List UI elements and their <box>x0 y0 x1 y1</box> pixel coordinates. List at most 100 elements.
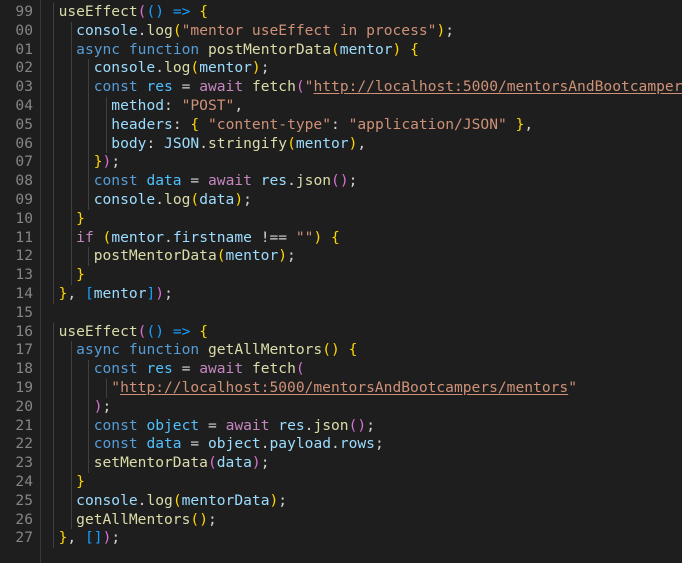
code-content-area[interactable]: useEffect(() => { console.log("mentor us… <box>41 0 682 563</box>
code-token: res <box>278 416 305 434</box>
code-line[interactable]: }, [mentor]); <box>41 285 682 304</box>
code-token: ) <box>392 40 402 58</box>
code-line[interactable]: const data = object.payload.rows; <box>41 435 682 454</box>
code-token: http://localhost:5000/mentorsAndBootcamp… <box>313 78 682 96</box>
code-line[interactable]: } <box>41 266 682 285</box>
code-line[interactable]: const data = await res.json(); <box>41 172 682 191</box>
code-token: . <box>331 435 340 453</box>
code-token: console <box>76 491 138 509</box>
code-line[interactable]: } <box>41 473 682 492</box>
code-token: mentor <box>111 228 165 246</box>
code-line[interactable]: "http://localhost:5000/mentorsAndBootcam… <box>41 379 682 398</box>
code-line[interactable] <box>41 304 682 323</box>
code-token: . <box>287 172 296 190</box>
code-line[interactable]: setMentorData(data); <box>41 454 682 473</box>
code-token: { <box>410 40 419 58</box>
code-token: { <box>199 322 208 340</box>
code-line[interactable]: postMentorData(mentor); <box>41 247 682 266</box>
code-token: => <box>172 3 191 20</box>
code-token: , <box>234 96 244 114</box>
code-token: setMentorData <box>93 454 208 472</box>
code-line[interactable]: if (mentor.firstname !== "") { <box>41 229 682 248</box>
code-editor[interactable]: 99 00 01 02 03 04 05 06 07 08 09 10 11 12 13 14 15 16 17 18… <box>0 0 682 563</box>
code-line[interactable]: body: JSON.stringify(mentor), <box>41 135 682 154</box>
code-token: firstname <box>172 228 252 246</box>
code-token: object <box>146 416 200 434</box>
code-token: } <box>76 209 85 227</box>
code-line[interactable]: async function postMentorData(mentor) { <box>41 41 682 60</box>
code-token: ; <box>260 454 270 472</box>
code-line[interactable]: const res = await fetch( <box>41 360 682 379</box>
code-token: ; <box>348 172 358 190</box>
line-number: 15 <box>15 303 33 321</box>
code-token: ( <box>172 491 182 509</box>
code-line-list[interactable]: useEffect(() => { console.log("mentor us… <box>41 3 682 548</box>
code-token: ( <box>331 172 340 190</box>
code-token: "content-type" <box>208 115 332 133</box>
code-token: ) <box>199 510 208 528</box>
line-number: 03 <box>15 78 33 96</box>
code-line[interactable]: console.log("mentor useEffect in process… <box>41 22 682 41</box>
code-token: JSON <box>164 134 200 152</box>
code-token: ; <box>287 247 296 265</box>
code-token: . <box>260 435 270 453</box>
code-token: log <box>146 21 173 39</box>
code-line[interactable]: headers: { "content-type": "application/… <box>41 116 682 135</box>
code-token: : <box>146 134 156 152</box>
line-number: 21 <box>15 416 33 434</box>
code-line[interactable]: getAllMentors(); <box>41 511 682 530</box>
code-token: rows <box>339 435 375 453</box>
code-line[interactable]: useEffect(() => { <box>41 323 682 342</box>
code-token: } <box>76 266 85 284</box>
code-token: "application/JSON" <box>348 115 507 133</box>
code-token: useEffect <box>58 3 138 20</box>
code-line[interactable]: const res = await fetch("http://localhos… <box>41 78 682 97</box>
code-token: ( <box>322 341 332 359</box>
code-line[interactable]: console.log(mentorData); <box>41 492 682 511</box>
code-line[interactable]: method: "POST", <box>41 97 682 116</box>
code-line[interactable]: async function getAllMentors() { <box>41 341 682 360</box>
code-token: ; <box>207 510 217 528</box>
code-line[interactable]: const object = await res.json(); <box>41 417 682 436</box>
code-token: ) <box>436 21 446 39</box>
code-token: log <box>164 59 191 77</box>
code-line[interactable]: console.log(mentor); <box>41 59 682 78</box>
line-number: 04 <box>15 96 33 114</box>
code-line[interactable]: }); <box>41 153 682 172</box>
code-token: function <box>128 341 200 359</box>
code-token: } <box>93 153 103 171</box>
code-token: fetch <box>251 78 296 96</box>
line-number: 02 <box>15 59 33 77</box>
code-line[interactable]: } <box>41 210 682 229</box>
code-token: ; <box>102 397 112 415</box>
code-token: mentor <box>93 284 147 302</box>
code-line[interactable]: ); <box>41 398 682 417</box>
code-line[interactable]: console.log(data); <box>41 191 682 210</box>
line-number: 18 <box>15 360 33 378</box>
code-token: [ <box>84 284 94 302</box>
code-line[interactable]: useEffect(() => { <box>41 3 682 22</box>
line-number: 20 <box>15 397 33 415</box>
code-token: getAllMentors <box>207 341 323 359</box>
code-token: !== <box>260 228 288 246</box>
code-token: ; <box>243 190 252 208</box>
code-token: ( <box>190 190 200 208</box>
code-line[interactable]: }, []); <box>41 529 682 548</box>
code-token: : <box>331 115 340 133</box>
